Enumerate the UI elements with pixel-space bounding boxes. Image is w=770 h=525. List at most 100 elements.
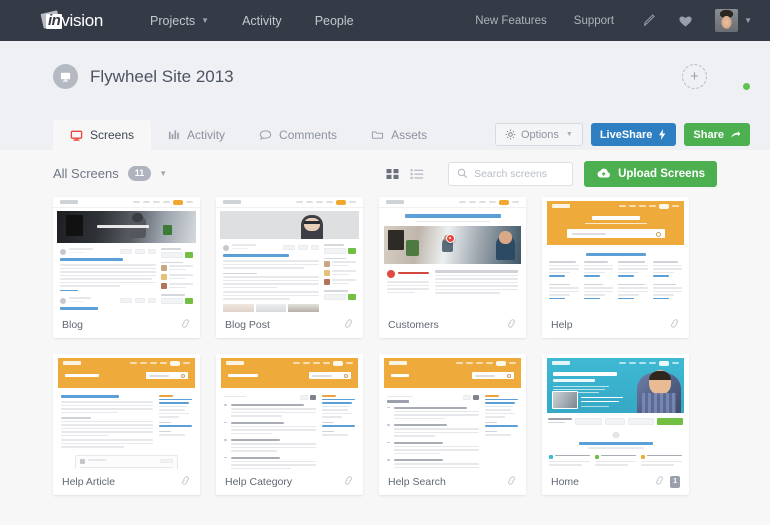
mini-body xyxy=(216,239,363,312)
secondary-nav: New Features Support ▼ xyxy=(475,9,752,32)
screen-card-footer: Blog Post xyxy=(216,312,363,338)
screen-card[interactable]: Help Search xyxy=(379,354,526,495)
mini-menu xyxy=(456,360,516,366)
mini-body xyxy=(53,388,200,450)
mini-nav xyxy=(379,197,526,208)
screen-card-footer: Help Category xyxy=(216,469,363,495)
member-avatar[interactable] xyxy=(721,62,751,91)
nav-activity-label: Activity xyxy=(242,13,282,28)
add-member-button[interactable]: + xyxy=(682,64,707,89)
user-avatar[interactable] xyxy=(715,9,739,32)
mini-body xyxy=(379,388,526,469)
mini-nav xyxy=(547,358,684,368)
comment-bubble-icon xyxy=(259,129,272,141)
tab-screens[interactable]: Screens xyxy=(53,120,152,150)
grid-view-icon[interactable] xyxy=(386,167,400,181)
tab-assets[interactable]: Assets xyxy=(354,120,444,150)
nav-item-activity[interactable]: Activity xyxy=(242,14,282,28)
mini-logo xyxy=(389,361,407,365)
mini-nav xyxy=(384,358,521,368)
link-icon[interactable] xyxy=(343,476,354,488)
screen-thumbnail xyxy=(542,354,689,469)
monitor-icon xyxy=(53,64,78,89)
nav-item-people[interactable]: People xyxy=(315,14,354,28)
mini-page-customers xyxy=(379,197,526,312)
mini-body xyxy=(216,388,363,469)
tab-list: Screens Activity Comments Assets xyxy=(53,120,444,150)
gear-icon xyxy=(505,129,516,140)
options-button[interactable]: Options ▼ xyxy=(494,123,583,146)
screen-card[interactable]: Home 1 xyxy=(542,354,689,495)
nav-item-projects[interactable]: Projects ▼ xyxy=(150,14,209,28)
bar-chart-icon xyxy=(168,129,180,141)
screen-thumbnail xyxy=(53,354,200,469)
screen-card[interactable]: Blog Post xyxy=(216,197,363,338)
mini-menu xyxy=(459,199,519,205)
upload-label: Upload Screens xyxy=(618,167,705,180)
primary-nav-links: Projects ▼ Activity People xyxy=(150,14,387,28)
search-icon xyxy=(457,168,468,179)
project-actions: Options ▼ LiveShare Share xyxy=(487,123,750,150)
view-toggle-group xyxy=(386,167,434,181)
link-icon[interactable] xyxy=(506,476,517,488)
mini-hero xyxy=(547,201,684,245)
all-screens-filter[interactable]: All Screens 11 ▼ xyxy=(53,166,167,181)
link-icon[interactable] xyxy=(343,319,354,331)
mini-page-blogpost xyxy=(216,197,363,312)
link-icon[interactable] xyxy=(180,319,191,331)
liveshare-button[interactable]: LiveShare xyxy=(590,123,677,146)
nav-people-label: People xyxy=(314,13,354,28)
screen-card[interactable]: Help Category xyxy=(216,354,363,495)
screen-name: Home xyxy=(551,476,580,488)
nav-item-new-features[interactable]: New Features xyxy=(475,15,547,27)
screen-card-footer: Help Search xyxy=(379,469,526,495)
link-icon[interactable] xyxy=(669,319,680,331)
mini-logo xyxy=(63,361,81,365)
search-box[interactable] xyxy=(448,161,574,186)
nav-new-features-label: New Features xyxy=(475,14,547,27)
search-input[interactable] xyxy=(474,167,565,180)
comment-pin[interactable] xyxy=(446,234,455,243)
screen-thumbnail xyxy=(379,197,526,312)
link-icon[interactable] xyxy=(506,319,517,331)
nav-projects-label: Projects xyxy=(150,13,196,28)
user-menu-chevron-down-icon[interactable]: ▼ xyxy=(744,16,752,25)
filter-bar-right: Upload Screens xyxy=(386,160,717,187)
project-members: + xyxy=(682,62,751,91)
heart-icon[interactable] xyxy=(678,14,693,28)
mini-signup-row xyxy=(542,413,689,429)
mini-feature-row xyxy=(542,453,689,468)
mini-menu xyxy=(619,203,679,209)
mini-hero xyxy=(220,211,359,239)
comment-count-badge: 1 xyxy=(670,476,680,488)
screen-card[interactable]: Help xyxy=(542,197,689,338)
tab-comments[interactable]: Comments xyxy=(242,120,354,150)
share-button[interactable]: Share xyxy=(684,123,750,146)
mini-menu xyxy=(619,360,679,366)
folder-icon xyxy=(371,129,384,141)
upload-screens-button[interactable]: Upload Screens xyxy=(584,160,717,187)
list-view-icon[interactable] xyxy=(410,167,424,181)
screen-thumbnail xyxy=(53,197,200,312)
avatar-image xyxy=(715,9,739,32)
link-icon[interactable] xyxy=(654,476,665,488)
tab-activity[interactable]: Activity xyxy=(151,120,242,150)
pen-icon[interactable] xyxy=(641,13,656,28)
screen-thumbnail xyxy=(216,197,363,312)
nav-item-support[interactable]: Support xyxy=(574,15,614,27)
all-screens-label: All Screens xyxy=(53,166,119,181)
lightning-bolt-icon xyxy=(658,129,667,140)
top-navigation-bar: in vision Projects ▼ Activity People New… xyxy=(0,0,770,41)
mini-nav xyxy=(216,197,363,208)
screen-name: Help Search xyxy=(388,476,446,488)
screen-card[interactable]: Customers xyxy=(379,197,526,338)
screen-card[interactable]: Blog xyxy=(53,197,200,338)
mini-nav xyxy=(53,197,200,208)
mini-page-help-search xyxy=(379,358,526,469)
mini-page-help-category xyxy=(216,358,363,469)
screen-card-footer: Customers xyxy=(379,312,526,338)
mini-menu xyxy=(130,360,190,366)
link-icon[interactable] xyxy=(180,476,191,488)
invision-logo[interactable]: in vision xyxy=(40,9,103,31)
screen-card[interactable]: Help Article xyxy=(53,354,200,495)
